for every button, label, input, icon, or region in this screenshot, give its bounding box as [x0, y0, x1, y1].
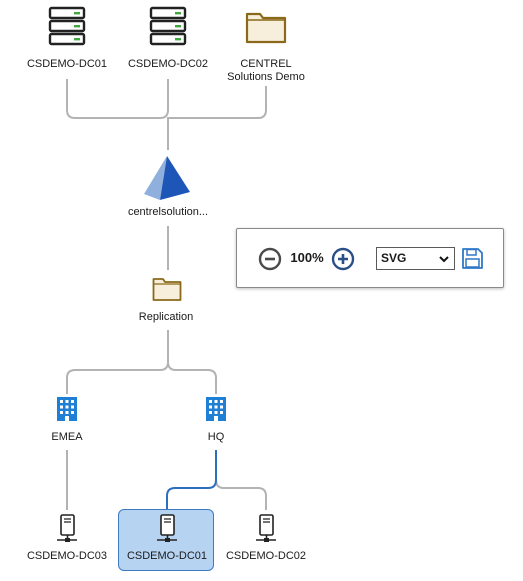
node-label: CSDEMO-DC01 [26, 58, 108, 70]
node-site-hq[interactable]: HQ [179, 394, 253, 446]
node-domain-centrelsolutions[interactable]: centrelsolution... [112, 150, 224, 222]
server-rack-icon [48, 6, 86, 51]
minus-circle-icon [258, 247, 282, 271]
node-label: CSDEMO-DC02 [225, 550, 307, 562]
computer-network-icon [155, 514, 179, 549]
export-format-value: SVG [381, 251, 407, 265]
node-label-line2: Solutions Demo [227, 71, 305, 83]
node-site-emea[interactable]: EMEA [30, 394, 104, 446]
pyramid-domain-icon [142, 154, 192, 205]
node-csdemo-dc01-selected[interactable]: CSDEMO-DC01 [120, 512, 214, 568]
save-button[interactable] [461, 247, 484, 270]
export-format-select[interactable]: SVG [376, 247, 455, 270]
node-csdemo-dc02-bottom[interactable]: CSDEMO-DC02 [219, 512, 313, 568]
server-rack-icon [149, 6, 187, 51]
zoom-in-button[interactable] [331, 247, 355, 271]
node-label: EMEA [51, 431, 83, 443]
node-label-line1: CENTREL [240, 58, 292, 70]
building-icon [205, 396, 227, 427]
node-csdemo-dc01-top[interactable]: CSDEMO-DC01 [20, 6, 114, 76]
connector-lines [66, 79, 267, 510]
node-label: CSDEMO-DC01 [126, 550, 208, 562]
zoom-level-readout: 100% [290, 250, 324, 265]
node-centrel-solutions-demo[interactable]: CENTREL Solutions Demo [216, 6, 316, 86]
node-label: CSDEMO-DC02 [127, 58, 209, 70]
node-replication[interactable]: Replication [118, 274, 214, 326]
zoom-export-toolbar: 100% SVG [236, 228, 504, 288]
floppy-disk-icon [462, 248, 483, 269]
node-label: centrelsolution... [127, 206, 209, 218]
node-label: HQ [207, 431, 225, 443]
node-csdemo-dc03[interactable]: CSDEMO-DC03 [20, 512, 114, 568]
folder-icon [152, 276, 182, 307]
building-icon [56, 396, 78, 427]
node-label: Replication [138, 311, 194, 323]
node-csdemo-dc02-top[interactable]: CSDEMO-DC02 [121, 6, 215, 76]
plus-circle-icon [331, 247, 355, 271]
node-label: CSDEMO-DC03 [26, 550, 108, 562]
chevron-down-icon [438, 249, 450, 269]
computer-network-icon [55, 514, 79, 549]
zoom-out-button[interactable] [258, 247, 282, 271]
folder-icon [245, 10, 287, 49]
computer-network-icon [254, 514, 278, 549]
